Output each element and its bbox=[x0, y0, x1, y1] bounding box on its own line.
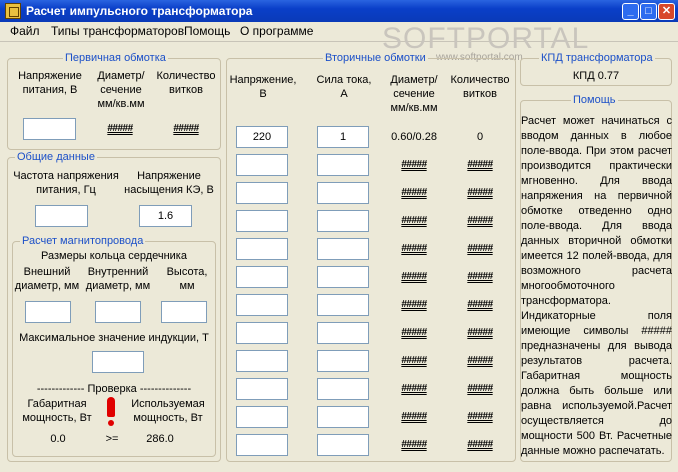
secondary-voltage-input[interactable] bbox=[236, 210, 288, 232]
overall-power-label: Габаритная мощность, Вт bbox=[22, 398, 92, 424]
secondary-current-input[interactable]: 1 bbox=[317, 126, 369, 148]
secondary-diameter-output: ##### bbox=[401, 327, 427, 338]
secondary-voltage-input[interactable] bbox=[236, 406, 288, 428]
help-title: Помощь bbox=[571, 93, 618, 107]
secondary-current-input[interactable] bbox=[317, 266, 369, 288]
secondary-diameter-output: 0.60/0.28 bbox=[391, 131, 437, 143]
secondary-current-input[interactable] bbox=[317, 322, 369, 344]
app-icon bbox=[5, 3, 21, 19]
primary-diameter-label: Диаметр/сечение мм/кв.мм bbox=[97, 70, 145, 110]
secondary-current-input[interactable] bbox=[317, 238, 369, 260]
secondary-turns-output: ##### bbox=[467, 187, 493, 198]
induction-label: Максимальное значение индукции, Т bbox=[19, 332, 209, 344]
secondary-diameter-output: ##### bbox=[401, 439, 427, 450]
outer-diameter-label: Внешний диаметр, мм bbox=[14, 266, 80, 292]
help-text: Расчет может начинаться с вводом данных … bbox=[521, 115, 672, 457]
primary-winding-title: Первичная обмотка bbox=[63, 51, 168, 65]
secondary-voltage-input[interactable]: 220 bbox=[236, 126, 288, 148]
general-data-title: Общие данные bbox=[15, 150, 97, 164]
secondary-voltage-input[interactable] bbox=[236, 154, 288, 176]
secondary-current-input[interactable] bbox=[317, 182, 369, 204]
secondary-voltage-input[interactable] bbox=[236, 294, 288, 316]
secondary-voltage-input[interactable] bbox=[236, 266, 288, 288]
primary-turns-output: ##### bbox=[173, 123, 199, 134]
maximize-button[interactable]: □ bbox=[640, 3, 657, 20]
inner-diameter-label: Внутренний диаметр, мм bbox=[85, 266, 151, 292]
secondary-voltage-input[interactable] bbox=[236, 434, 288, 456]
secondary-current-input[interactable] bbox=[317, 154, 369, 176]
secondary-diameter-output: ##### bbox=[401, 383, 427, 394]
secondary-diameter-output: ##### bbox=[401, 215, 427, 226]
window-title: Расчет импульсного трансформатора bbox=[26, 4, 253, 18]
secondary-turns-label: Количество витков bbox=[450, 74, 510, 100]
secondary-diameter-output: ##### bbox=[401, 411, 427, 422]
outer-diameter-input[interactable] bbox=[25, 301, 71, 323]
secondary-turns-output: ##### bbox=[467, 383, 493, 394]
primary-diameter-output: ##### bbox=[107, 123, 133, 134]
secondary-turns-output: ##### bbox=[467, 159, 493, 170]
secondary-current-input[interactable] bbox=[317, 350, 369, 372]
inner-diameter-input[interactable] bbox=[95, 301, 141, 323]
secondary-diameter-output: ##### bbox=[401, 355, 427, 366]
secondary-windings-group: Вторичные обмотки bbox=[226, 51, 516, 462]
primary-turns-label: Количество витков bbox=[156, 70, 216, 96]
secondary-turns-output: ##### bbox=[467, 271, 493, 282]
secondary-voltage-input[interactable] bbox=[236, 378, 288, 400]
title-bar: Расчет импульсного трансформатора _ □ ✕ bbox=[0, 0, 678, 22]
used-power-value: 286.0 bbox=[146, 433, 174, 445]
secondary-diameter-label: Диаметр/сечение мм/кв.мм bbox=[390, 74, 438, 114]
height-label: Высота, мм bbox=[166, 266, 208, 292]
core-calculation-title: Расчет магнитопровода bbox=[20, 234, 146, 248]
secondary-diameter-output: ##### bbox=[401, 243, 427, 254]
primary-voltage-label: Напряжение питания, В bbox=[18, 70, 82, 96]
secondary-voltage-label: Напряжение, В bbox=[229, 74, 297, 100]
secondary-current-label: Сила тока, А bbox=[316, 74, 372, 100]
used-power-label: Используемая мощность, Вт bbox=[131, 398, 205, 424]
check-label: ------------- Проверка -------------- bbox=[36, 383, 192, 395]
menu-help[interactable]: Помощь bbox=[184, 24, 230, 38]
efficiency-title: КПД трансформатора bbox=[539, 51, 655, 65]
secondary-turns-output: ##### bbox=[467, 439, 493, 450]
saturation-voltage-input[interactable]: 1.6 bbox=[139, 205, 192, 227]
secondary-turns-output: ##### bbox=[467, 411, 493, 422]
secondary-turns-output: ##### bbox=[467, 327, 493, 338]
ring-size-label: Размеры кольца сердечника bbox=[41, 250, 187, 262]
secondary-windings-title: Вторичные обмотки bbox=[323, 51, 428, 65]
efficiency-value: КПД 0.77 bbox=[572, 70, 620, 82]
secondary-current-input[interactable] bbox=[317, 378, 369, 400]
menu-transformer-types[interactable]: Типы трансформаторов bbox=[51, 24, 184, 38]
secondary-current-input[interactable] bbox=[317, 294, 369, 316]
secondary-turns-output: ##### bbox=[467, 299, 493, 310]
menu-file[interactable]: Файл bbox=[10, 24, 40, 38]
secondary-current-input[interactable] bbox=[317, 434, 369, 456]
secondary-diameter-output: ##### bbox=[401, 159, 427, 170]
induction-input[interactable] bbox=[92, 351, 144, 373]
secondary-diameter-output: ##### bbox=[401, 271, 427, 282]
secondary-current-input[interactable] bbox=[317, 210, 369, 232]
height-input[interactable] bbox=[161, 301, 207, 323]
primary-voltage-input[interactable] bbox=[23, 118, 76, 140]
warning-icon bbox=[104, 397, 118, 427]
overall-power-value: 0.0 bbox=[50, 433, 66, 445]
secondary-current-input[interactable] bbox=[317, 406, 369, 428]
secondary-diameter-output: ##### bbox=[401, 299, 427, 310]
minimize-button[interactable]: _ bbox=[622, 3, 639, 20]
close-button[interactable]: ✕ bbox=[658, 3, 675, 20]
secondary-voltage-input[interactable] bbox=[236, 238, 288, 260]
secondary-turns-output: 0 bbox=[476, 131, 484, 143]
frequency-label: Частота напряжения питания, Гц bbox=[13, 170, 119, 196]
compare-sign: >= bbox=[105, 433, 119, 445]
secondary-turns-output: ##### bbox=[467, 215, 493, 226]
secondary-diameter-output: ##### bbox=[401, 187, 427, 198]
secondary-turns-output: ##### bbox=[467, 355, 493, 366]
secondary-voltage-input[interactable] bbox=[236, 322, 288, 344]
secondary-turns-output: ##### bbox=[467, 243, 493, 254]
secondary-voltage-input[interactable] bbox=[236, 350, 288, 372]
secondary-voltage-input[interactable] bbox=[236, 182, 288, 204]
saturation-voltage-label: Напряжение насыщения КЭ, В bbox=[124, 170, 214, 196]
frequency-input[interactable] bbox=[35, 205, 88, 227]
menu-about[interactable]: О программе bbox=[240, 24, 313, 38]
